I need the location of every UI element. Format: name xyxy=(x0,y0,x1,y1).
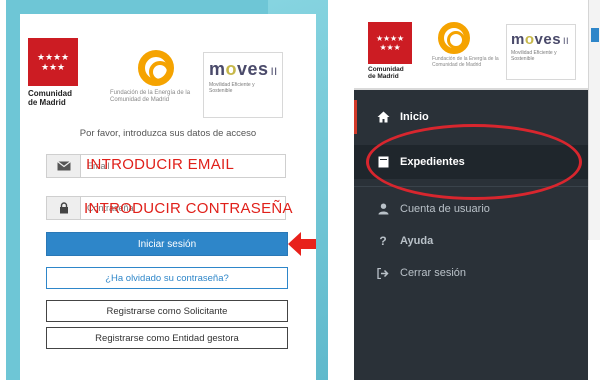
sidebar-item-label: Cuenta de usuario xyxy=(400,203,490,215)
fundacion-ring-icon xyxy=(137,50,174,86)
user-icon xyxy=(376,202,390,216)
comunidad-madrid-logo: ★ ★ ★ ★ ★ ★ ★ Comunidad de Madrid xyxy=(28,38,100,107)
login-button[interactable]: Iniciar sesión xyxy=(46,232,288,256)
comunidad-madrid-logo: ★ ★ ★ ★ ★ ★ ★ Comunidad de Madrid xyxy=(368,22,424,80)
fundacion-energia-logo: Fundación de la Energía de la Comunidad … xyxy=(432,22,502,68)
expedientes-highlight-annotation xyxy=(366,124,582,200)
fundacion-text: Fundación de la Energía de la Comunidad … xyxy=(110,90,191,103)
register-entidad-button[interactable]: Registrarse como Entidad gestora xyxy=(46,327,288,349)
madrid-logo-text: Comunidad de Madrid xyxy=(368,66,404,80)
sidebar-item-label: Ayuda xyxy=(400,235,434,247)
sidebar-item-ayuda[interactable]: ? Ayuda xyxy=(354,224,588,258)
sidebar-item-label: Cerrar sesión xyxy=(400,267,467,279)
madrid-flag: ★ ★ ★ ★ ★ ★ ★ xyxy=(368,22,412,64)
lock-icon xyxy=(47,197,81,219)
fundacion-ring-icon xyxy=(438,22,470,54)
register-solicitante-button[interactable]: Registrarse como Solicitante xyxy=(46,300,288,322)
content-area-edge xyxy=(588,0,600,240)
screenshot-stage: ★ ★ ★ ★ ★ ★ ★ Comunidad de Madrid Fundación de… xyxy=(0,0,600,380)
fundacion-energia-logo: Fundación de la Energía de la Comunidad … xyxy=(108,50,203,104)
madrid-flag: ★ ★ ★ ★ ★ ★ ★ xyxy=(28,38,78,86)
home-icon xyxy=(376,110,390,124)
madrid-logo-text: Comunidad de Madrid xyxy=(28,89,72,107)
sidebar-item-cerrar-sesion[interactable]: Cerrar sesión xyxy=(354,256,588,290)
sidebar-header: ★ ★ ★ ★ ★ ★ ★ Comunidad de Madrid Fundación de… xyxy=(354,0,588,90)
arrow-left-annotation-icon xyxy=(288,232,316,256)
password-annotation: INTRODUCIR CONTRASEÑA xyxy=(84,200,293,217)
sign-out-icon xyxy=(376,266,390,280)
email-annotation: INTRODUCIR EMAIL xyxy=(86,156,235,173)
moves-ii-logo: moves II Movilidad Eficiente y Sostenible xyxy=(506,24,576,80)
question-icon: ? xyxy=(379,234,387,248)
moves-ii-logo: moves II Movilidad Eficiente y Sostenible xyxy=(203,52,283,118)
login-prompt: Por favor, introduzca sus datos de acces… xyxy=(79,128,257,139)
forgot-password-button[interactable]: ¿Ha olvidado su contraseña? xyxy=(46,267,288,289)
sidebar-item-label: Inicio xyxy=(400,111,429,123)
envelope-icon xyxy=(47,155,81,177)
